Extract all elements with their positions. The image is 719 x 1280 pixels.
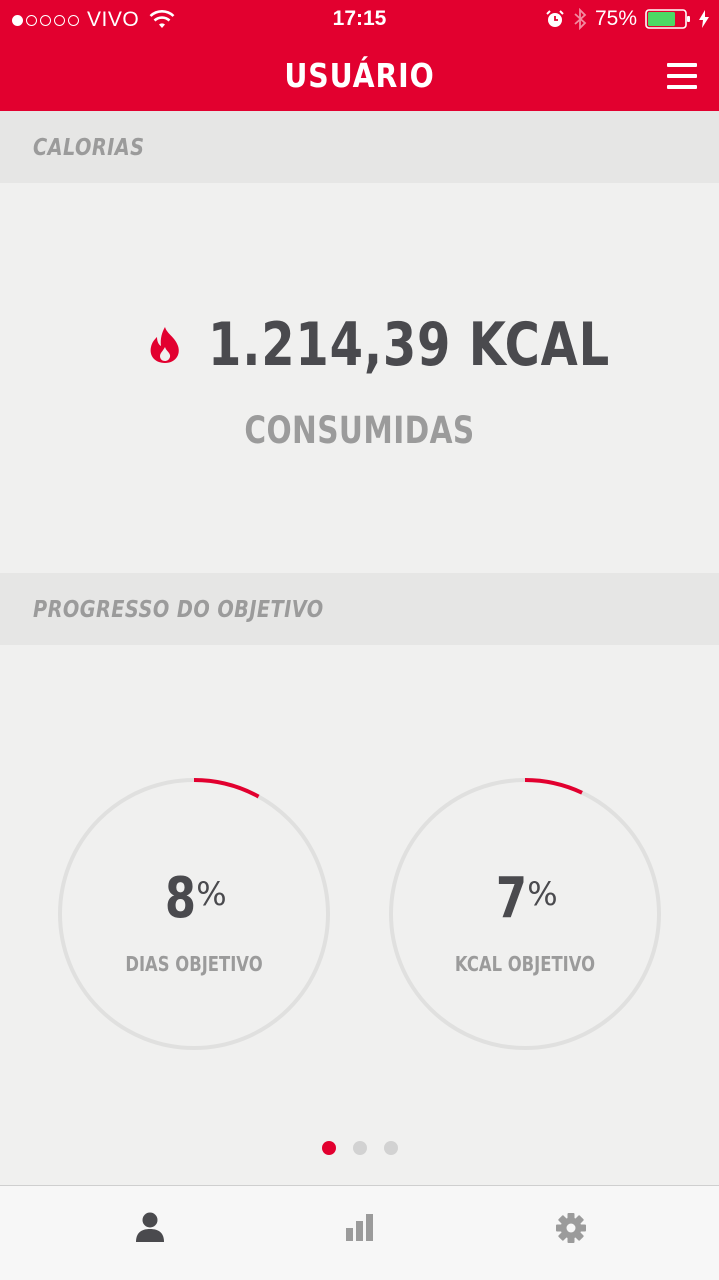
gauge-unit: % bbox=[527, 875, 558, 913]
kcal-goal-gauge: 7% KCAL OBJETIVO bbox=[389, 778, 661, 1050]
progress-section-label: PROGRESSO DO OBJETIVO bbox=[33, 597, 324, 623]
ring-progress-arc bbox=[524, 778, 583, 795]
hamburger-menu-icon bbox=[667, 74, 697, 78]
gear-icon bbox=[556, 1213, 586, 1243]
battery-percent: 75% bbox=[594, 7, 637, 30]
gauge-label: DIAS OBJETIVO bbox=[125, 952, 263, 976]
calories-section-label: CALORIAS bbox=[33, 135, 145, 161]
tab-statistics[interactable] bbox=[340, 1208, 380, 1248]
hamburger-menu-icon bbox=[667, 85, 697, 89]
user-icon bbox=[136, 1212, 164, 1242]
progress-section-header: PROGRESSO DO OBJETIVO bbox=[0, 573, 719, 645]
gauge-value: 7% bbox=[389, 866, 661, 931]
page-dot-3[interactable] bbox=[383, 1141, 398, 1155]
flame-icon bbox=[150, 327, 179, 363]
page-dot-1[interactable] bbox=[321, 1141, 336, 1155]
gauge-value: 8% bbox=[58, 866, 330, 931]
days-goal-gauge: 8% DIAS OBJETIVO bbox=[58, 778, 330, 1050]
app-header: VIVO 17:15 75% USUÁRIO bbox=[0, 0, 719, 111]
calories-subtitle: CONSUMIDAS bbox=[244, 409, 475, 452]
page-dot-2[interactable] bbox=[352, 1141, 367, 1155]
ring-progress-arc bbox=[193, 778, 260, 799]
hamburger-menu-icon bbox=[667, 63, 697, 67]
calories-value-row: 1.214,39 KCAL bbox=[0, 308, 719, 380]
tab-bar bbox=[0, 1185, 719, 1280]
status-bar: VIVO 17:15 75% bbox=[0, 0, 719, 40]
status-right: 75% bbox=[545, 7, 709, 31]
bluetooth-icon bbox=[574, 8, 587, 30]
gauge-unit: % bbox=[196, 875, 227, 913]
gauge-label: KCAL OBJETIVO bbox=[454, 952, 596, 976]
tab-settings[interactable] bbox=[551, 1208, 591, 1248]
bar-chart-icon bbox=[346, 1214, 373, 1241]
calories-value: 1.214,39 KCAL bbox=[208, 310, 610, 380]
page-indicator bbox=[0, 1141, 719, 1155]
page-title: USUÁRIO bbox=[284, 56, 435, 95]
charging-icon bbox=[699, 10, 709, 28]
alarm-icon bbox=[546, 10, 564, 27]
battery-icon bbox=[645, 9, 690, 29]
menu-button[interactable] bbox=[667, 63, 697, 89]
tab-user[interactable] bbox=[130, 1208, 170, 1248]
calories-section-header: CALORIAS bbox=[0, 111, 719, 183]
gauge-number: 8 bbox=[165, 866, 197, 931]
gauge-number: 7 bbox=[496, 866, 528, 931]
